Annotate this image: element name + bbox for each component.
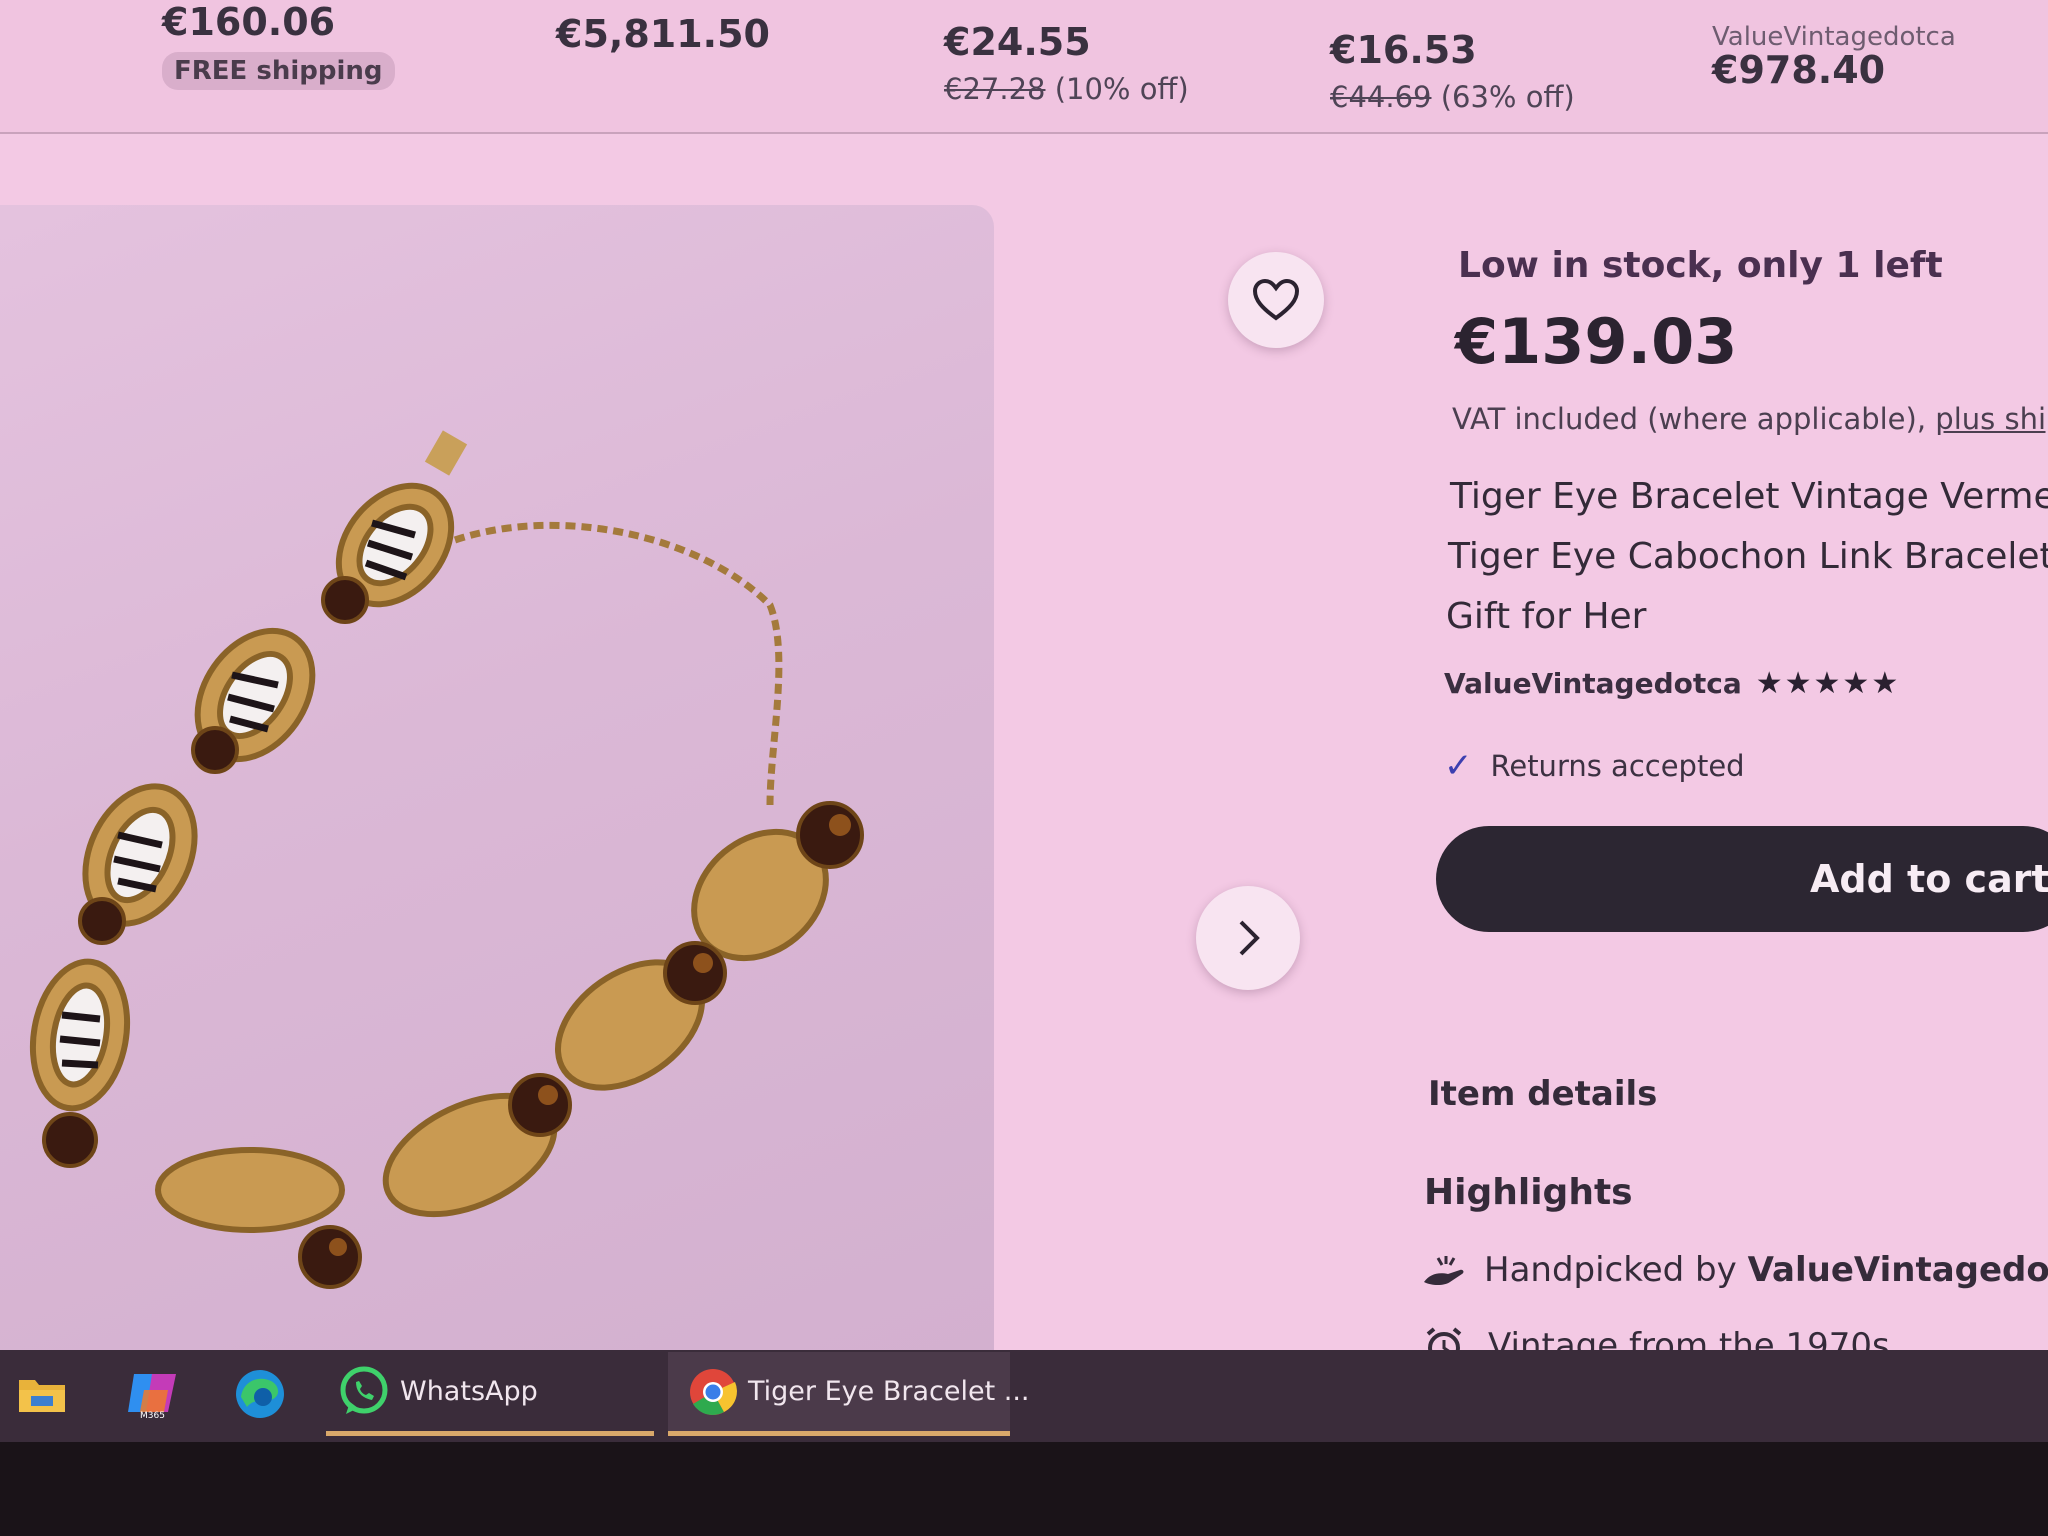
- file-explorer-icon[interactable]: [12, 1364, 72, 1424]
- recommendation-price: €160.06: [162, 0, 336, 44]
- recommendation-old-price: €27.28: [944, 72, 1046, 106]
- shop-rating-row: ValueVintagedotca ★★★★★: [1444, 666, 1900, 701]
- chevron-right-icon: [1239, 920, 1260, 956]
- recommendation-price: €5,811.50: [556, 12, 770, 56]
- whatsapp-icon: [338, 1366, 390, 1418]
- edge-icon[interactable]: [230, 1364, 290, 1424]
- highlights-heading: Highlights: [1424, 1172, 1633, 1213]
- recommendation-old-price-row: €44.69 (63% off): [1330, 80, 1575, 114]
- m365-icon-text: M365: [140, 1411, 165, 1420]
- returns-text: Returns accepted: [1490, 749, 1745, 783]
- chrome-icon: [688, 1367, 738, 1417]
- recommendation-old-price: €44.69: [1330, 80, 1432, 114]
- listing-title-line: Tiger Eye Cabochon Link Bracelet v: [1448, 536, 2048, 577]
- recommendation-card[interactable]: ValueVintagedotca €978.40: [1712, 22, 1956, 92]
- item-details-heading[interactable]: Item details: [1428, 1074, 1657, 1114]
- recommendation-discount: (10% off): [1054, 72, 1189, 106]
- vat-text: VAT included (where applicable),: [1452, 402, 1927, 436]
- next-image-button[interactable]: [1196, 886, 1300, 990]
- product-image[interactable]: [0, 205, 994, 1355]
- recommendation-card[interactable]: €5,811.50: [556, 12, 770, 56]
- free-shipping-badge: FREE shipping: [162, 52, 395, 90]
- rating-stars[interactable]: ★★★★★: [1756, 666, 1900, 701]
- taskbar-app-whatsapp[interactable]: WhatsApp: [326, 1352, 654, 1436]
- recommendation-price: €978.40: [1712, 48, 1886, 92]
- vat-note: VAT included (where applicable), plus sh…: [1452, 402, 2048, 436]
- taskbar-app-chrome[interactable]: Tiger Eye Bracelet ...: [668, 1352, 1029, 1436]
- m365-icon[interactable]: M365: [122, 1364, 182, 1424]
- hand-sparkle-icon: [1420, 1252, 1466, 1288]
- listing-price: €139.03: [1455, 305, 1738, 378]
- recommendation-seller: ValueVintagedotca: [1712, 22, 1956, 52]
- recommendation-old-price-row: €27.28 (10% off): [944, 72, 1189, 106]
- listing-title-line: Tiger Eye Bracelet Vintage Vermeil: [1450, 476, 2048, 517]
- listing-title-line: Gift for Her: [1446, 596, 1647, 637]
- taskbar-app-label: WhatsApp: [400, 1376, 538, 1407]
- recommendation-price: €24.55: [944, 20, 1091, 64]
- shipping-link[interactable]: plus shipp: [1935, 402, 2048, 436]
- heart-icon: [1252, 278, 1300, 321]
- recommendations-strip: €160.06 FREE shipping €5,811.50 €24.55 €…: [0, 0, 2048, 134]
- stock-note: Low in stock, only 1 left: [1458, 245, 1943, 286]
- favorite-button[interactable]: [1228, 252, 1324, 348]
- highlight-handpicked: Handpicked by ValueVintagedotca: [1420, 1250, 2048, 1290]
- handpicked-shop[interactable]: ValueVintagedotca: [1748, 1250, 2048, 1290]
- add-to-cart-label: Add to cart: [1810, 857, 2048, 901]
- checkmark-icon: ✓: [1444, 746, 1473, 786]
- bracelet-photo: [29, 430, 864, 1289]
- taskbar-app-label: Tiger Eye Bracelet ...: [748, 1376, 1030, 1407]
- recommendation-card[interactable]: €16.53 €44.69 (63% off): [1330, 28, 1575, 114]
- add-to-cart-button[interactable]: Add to cart: [1436, 826, 2048, 932]
- shop-name-link[interactable]: ValueVintagedotca: [1444, 667, 1742, 700]
- returns-row: ✓ Returns accepted: [1444, 746, 1745, 786]
- recommendation-card[interactable]: €24.55 €27.28 (10% off): [944, 20, 1189, 106]
- handpicked-prefix: Handpicked by: [1484, 1250, 1737, 1290]
- recommendation-card[interactable]: €160.06 FREE shipping: [162, 0, 395, 90]
- monitor-bezel: [0, 1442, 2048, 1536]
- recommendation-discount: (63% off): [1440, 80, 1575, 114]
- recommendation-price: €16.53: [1330, 28, 1477, 72]
